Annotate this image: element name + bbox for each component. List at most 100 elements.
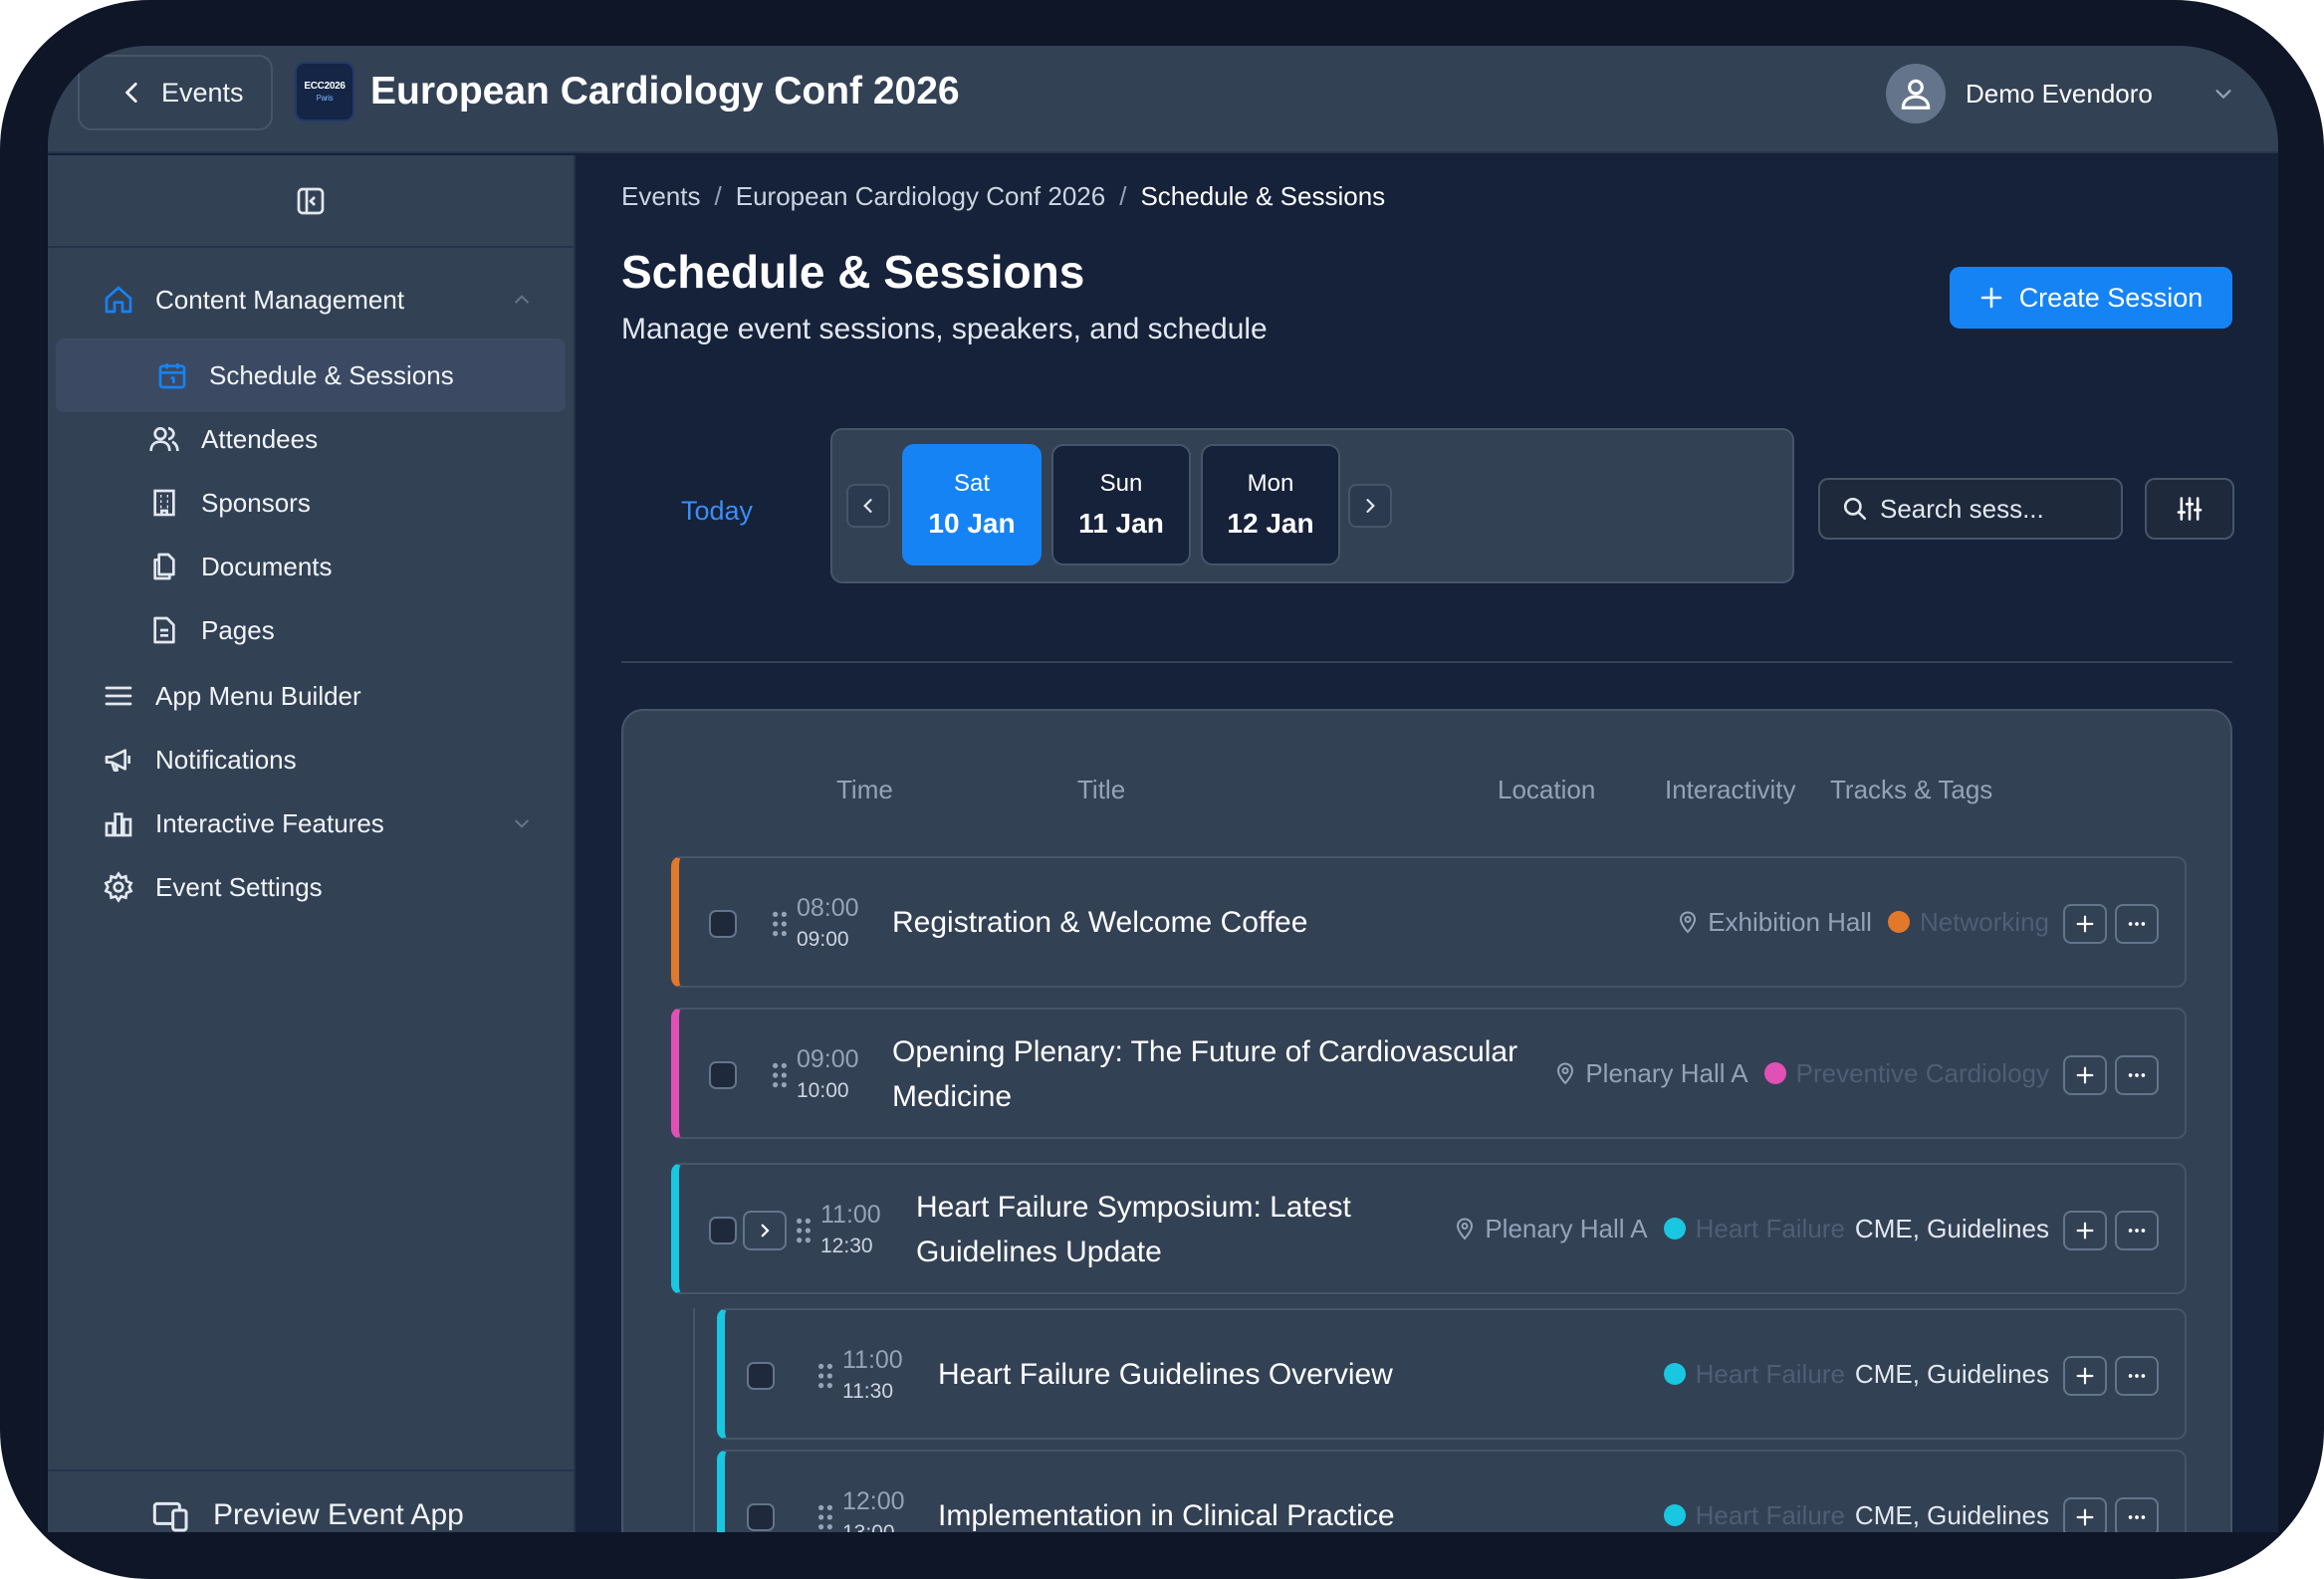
drag-handle-icon[interactable] <box>816 1362 834 1390</box>
breadcrumb-events-link[interactable]: Events <box>621 181 701 212</box>
breadcrumb-separator: / <box>714 181 722 211</box>
preview-event-app-button[interactable]: Preview Event App <box>151 1485 464 1532</box>
more-options-button[interactable] <box>2115 1356 2159 1396</box>
column-header-time: Time <box>836 775 893 804</box>
add-sub-session-button[interactable] <box>2063 1497 2107 1532</box>
page-icon <box>147 613 181 647</box>
session-row[interactable]: 11:00 12:30 Heart Failure Symposium: Lat… <box>671 1163 2187 1294</box>
sidebar-item-app-menu-builder[interactable]: App Menu Builder <box>48 659 576 733</box>
session-start-time: 08:00 <box>797 894 859 922</box>
sidebar-item-label: Pages <box>201 614 275 645</box>
add-sub-session-button[interactable] <box>2063 1211 2107 1250</box>
today-button[interactable]: Today <box>681 496 753 527</box>
user-menu[interactable]: Demo Evendoro <box>1886 64 2234 123</box>
breadcrumb: Events / European Cardiology Conf 2026 /… <box>621 181 1385 212</box>
session-meta: Plenary Hall A Preventive Cardiology <box>1553 1010 2049 1137</box>
event-title: European Cardiology Conf 2026 <box>370 70 960 113</box>
session-track: Heart Failure <box>1695 1213 1845 1243</box>
add-sub-session-button[interactable] <box>2063 1055 2107 1095</box>
sidebar-item-notifications[interactable]: Notifications <box>48 723 576 796</box>
day-tab-sun[interactable]: Sun 11 Jan <box>1051 444 1191 565</box>
day-tab-mon[interactable]: Mon 12 Jan <box>1201 444 1340 565</box>
row-checkbox[interactable] <box>747 1362 775 1390</box>
row-checkbox[interactable] <box>709 910 737 938</box>
documents-icon <box>147 550 181 583</box>
column-header-title: Title <box>1077 775 1126 804</box>
sub-session-row[interactable]: 11:00 11:30 Heart Failure Guidelines Ove… <box>717 1308 2187 1440</box>
sidebar-item-interactive-features[interactable]: Interactive Features <box>48 787 576 860</box>
row-checkbox[interactable] <box>709 1217 737 1244</box>
search-field[interactable] <box>1818 478 2123 540</box>
row-checkbox[interactable] <box>747 1503 775 1531</box>
ellipsis-icon <box>2128 1515 2146 1519</box>
drag-handle-icon[interactable] <box>771 910 789 938</box>
plus-icon <box>1980 287 2001 309</box>
search-icon <box>1843 497 1867 521</box>
sliders-icon <box>2177 497 2203 521</box>
sub-session-row[interactable]: 12:00 13:00 Implementation in Clinical P… <box>717 1450 2187 1532</box>
session-row[interactable]: 09:00 10:00 Opening Plenary: The Future … <box>671 1008 2187 1139</box>
drag-handle-icon[interactable] <box>771 1061 789 1089</box>
sessions-table: Time Title Location Interactivity Tracks… <box>621 709 2232 1532</box>
session-track: Preventive Cardiology <box>1795 1057 2049 1088</box>
location-pin-icon <box>1680 911 1697 934</box>
back-to-events-button[interactable]: Events <box>78 55 273 130</box>
user-icon <box>1901 79 1931 110</box>
avatar <box>1886 64 1946 123</box>
session-title[interactable]: Heart Failure Symposium: Latest Guidelin… <box>916 1185 1351 1274</box>
day-tab-sat[interactable]: Sat 10 Jan <box>902 444 1042 565</box>
add-sub-session-button[interactable] <box>2063 1356 2107 1396</box>
expand-session-button[interactable] <box>743 1211 787 1250</box>
session-end-time: 09:00 <box>797 928 849 951</box>
more-options-button[interactable] <box>2115 1055 2159 1095</box>
search-input[interactable] <box>1880 493 2119 525</box>
drag-handle-icon[interactable] <box>795 1217 813 1244</box>
add-sub-session-button[interactable] <box>2063 904 2107 944</box>
sidebar-item-attendees[interactable]: Attendees <box>48 402 576 476</box>
device-frame: Events ECC2026 Paris European Cardiology… <box>0 0 2324 1579</box>
create-session-button[interactable]: Create Session <box>1950 267 2232 329</box>
more-options-button[interactable] <box>2115 1211 2159 1250</box>
sidebar: Content Management Schedule & Sessions A… <box>48 155 576 1532</box>
sidebar-collapse-icon[interactable] <box>295 185 327 217</box>
track-color-dot <box>1663 1363 1686 1385</box>
session-title[interactable]: Implementation in Clinical Practice <box>938 1493 1395 1532</box>
next-day-button[interactable] <box>1348 484 1392 528</box>
session-title[interactable]: Heart Failure Guidelines Overview <box>938 1352 1393 1397</box>
session-title-line: Medicine <box>892 1080 1013 1113</box>
previous-day-button[interactable] <box>846 484 890 528</box>
more-options-button[interactable] <box>2115 1497 2159 1532</box>
sidebar-item-label: Event Settings <box>155 871 323 902</box>
session-title-line: Opening Plenary: The Future of Cardiovas… <box>892 1035 1518 1068</box>
sidebar-item-schedule-sessions[interactable]: Schedule & Sessions <box>56 338 566 412</box>
location-pin-icon <box>1557 1062 1574 1085</box>
sidebar-item-sponsors[interactable]: Sponsors <box>48 466 576 540</box>
plus-icon <box>2076 1367 2094 1385</box>
sub-session-connector <box>693 1308 695 1532</box>
sidebar-item-content-management[interactable]: Content Management <box>48 263 576 337</box>
breadcrumb-event-link[interactable]: European Cardiology Conf 2026 <box>736 181 1105 212</box>
page-title: Schedule & Sessions <box>621 246 1085 298</box>
session-start-time: 11:00 <box>820 1201 881 1229</box>
session-tags: CME, Guidelines <box>1854 1213 2049 1243</box>
session-meta: Exhibition Hall Networking <box>1676 858 2049 986</box>
sidebar-divider <box>48 246 576 248</box>
users-icon <box>147 422 181 456</box>
drag-handle-icon[interactable] <box>816 1503 834 1531</box>
sidebar-item-label: Content Management <box>155 284 405 315</box>
session-row[interactable]: 08:00 09:00 Registration & Welcome Coffe… <box>671 856 2187 988</box>
sidebar-item-event-settings[interactable]: Event Settings <box>48 850 576 924</box>
logo-subtext: Paris <box>316 94 334 103</box>
event-logo: ECC2026 Paris <box>295 62 354 121</box>
session-title[interactable]: Registration & Welcome Coffee <box>892 900 1307 945</box>
filter-button[interactable] <box>2145 478 2234 540</box>
chevron-down-icon <box>515 819 529 828</box>
session-end-time: 11:30 <box>842 1380 893 1403</box>
session-title[interactable]: Opening Plenary: The Future of Cardiovas… <box>892 1029 1517 1119</box>
sidebar-item-pages[interactable]: Pages <box>48 593 576 667</box>
plus-icon <box>2076 1508 2094 1526</box>
row-checkbox[interactable] <box>709 1061 737 1089</box>
more-options-button[interactable] <box>2115 904 2159 944</box>
date-picker: Sat 10 Jan Sun 11 Jan Mon 12 Jan <box>830 428 1794 583</box>
sidebar-item-documents[interactable]: Documents <box>48 530 576 603</box>
